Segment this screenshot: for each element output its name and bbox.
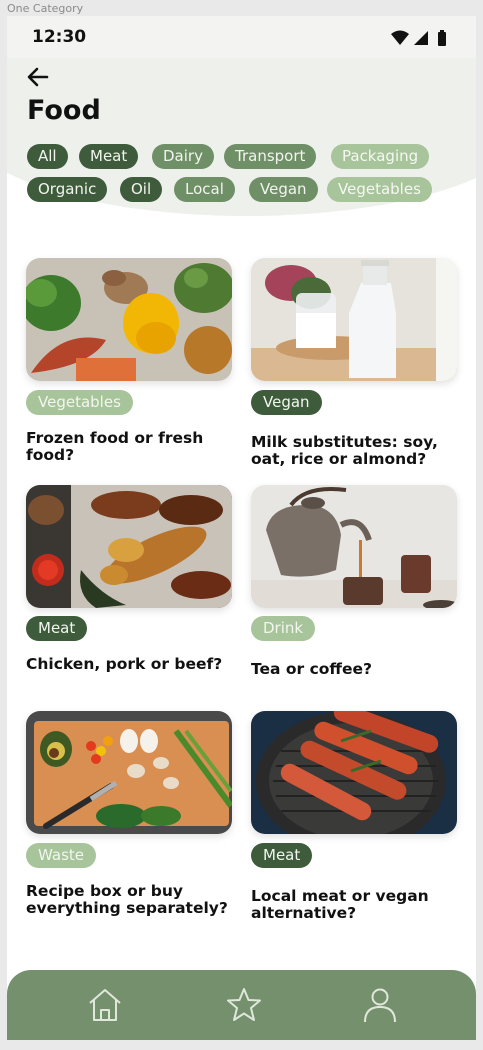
back-arrow-icon[interactable] <box>25 64 51 90</box>
card-image-cutting-board[interactable] <box>26 711 232 834</box>
card-tag: Vegetables <box>26 390 133 415</box>
card-image-vegetables[interactable] <box>26 258 232 381</box>
card-tag: Vegan <box>251 390 322 415</box>
filter-chip-oil[interactable]: Oil <box>120 177 163 202</box>
status-icons <box>391 30 446 46</box>
wifi-icon <box>391 30 409 45</box>
card-image-milk[interactable] <box>251 258 457 381</box>
card-image-grilled-meat[interactable] <box>26 485 232 608</box>
card-title[interactable]: Chicken, pork or beef? <box>26 656 241 673</box>
filter-chip-vegan[interactable]: Vegan <box>249 177 318 202</box>
card-title[interactable]: Frozen food or fresh food? <box>26 430 241 464</box>
signal-icon <box>414 31 428 45</box>
filter-chip-dairy[interactable]: Dairy <box>152 144 214 169</box>
bottom-navigation <box>7 970 476 1040</box>
battery-icon <box>438 30 446 46</box>
page-title: Food <box>27 95 101 126</box>
filter-chip-packaging[interactable]: Packaging <box>331 144 430 169</box>
profile-icon[interactable] <box>361 986 399 1024</box>
filter-chip-organic[interactable]: Organic <box>27 177 108 202</box>
card-tag: Drink <box>251 616 316 641</box>
filter-chip-vegetables[interactable]: Vegetables <box>327 177 432 202</box>
card-title[interactable]: Milk substitutes: soy, oat, rice or almo… <box>251 434 466 468</box>
filter-chip-transport[interactable]: Transport <box>224 144 317 169</box>
filter-chip-meat[interactable]: Meat <box>79 144 139 169</box>
status-bar: 12:30 <box>7 16 476 58</box>
star-icon[interactable] <box>225 986 263 1024</box>
card-image-sausages[interactable] <box>251 711 457 834</box>
home-icon[interactable] <box>86 986 124 1024</box>
card-title[interactable]: Tea or coffee? <box>251 661 466 678</box>
card-title[interactable]: Local meat or vegan alternative? <box>251 888 466 922</box>
phone-screen: 12:30 Food All Meat Dairy Transport Pack… <box>7 16 476 1040</box>
card-tag: Meat <box>251 843 313 868</box>
filter-chip-all[interactable]: All <box>27 144 68 169</box>
card-image-teapot[interactable] <box>251 485 457 608</box>
card-tag: Waste <box>26 843 96 868</box>
status-time: 12:30 <box>32 27 87 47</box>
frame-label: One Category <box>7 2 84 15</box>
card-title[interactable]: Recipe box or buy everything separately? <box>26 883 241 917</box>
card-tag: Meat <box>26 616 88 641</box>
filter-chip-local[interactable]: Local <box>174 177 235 202</box>
